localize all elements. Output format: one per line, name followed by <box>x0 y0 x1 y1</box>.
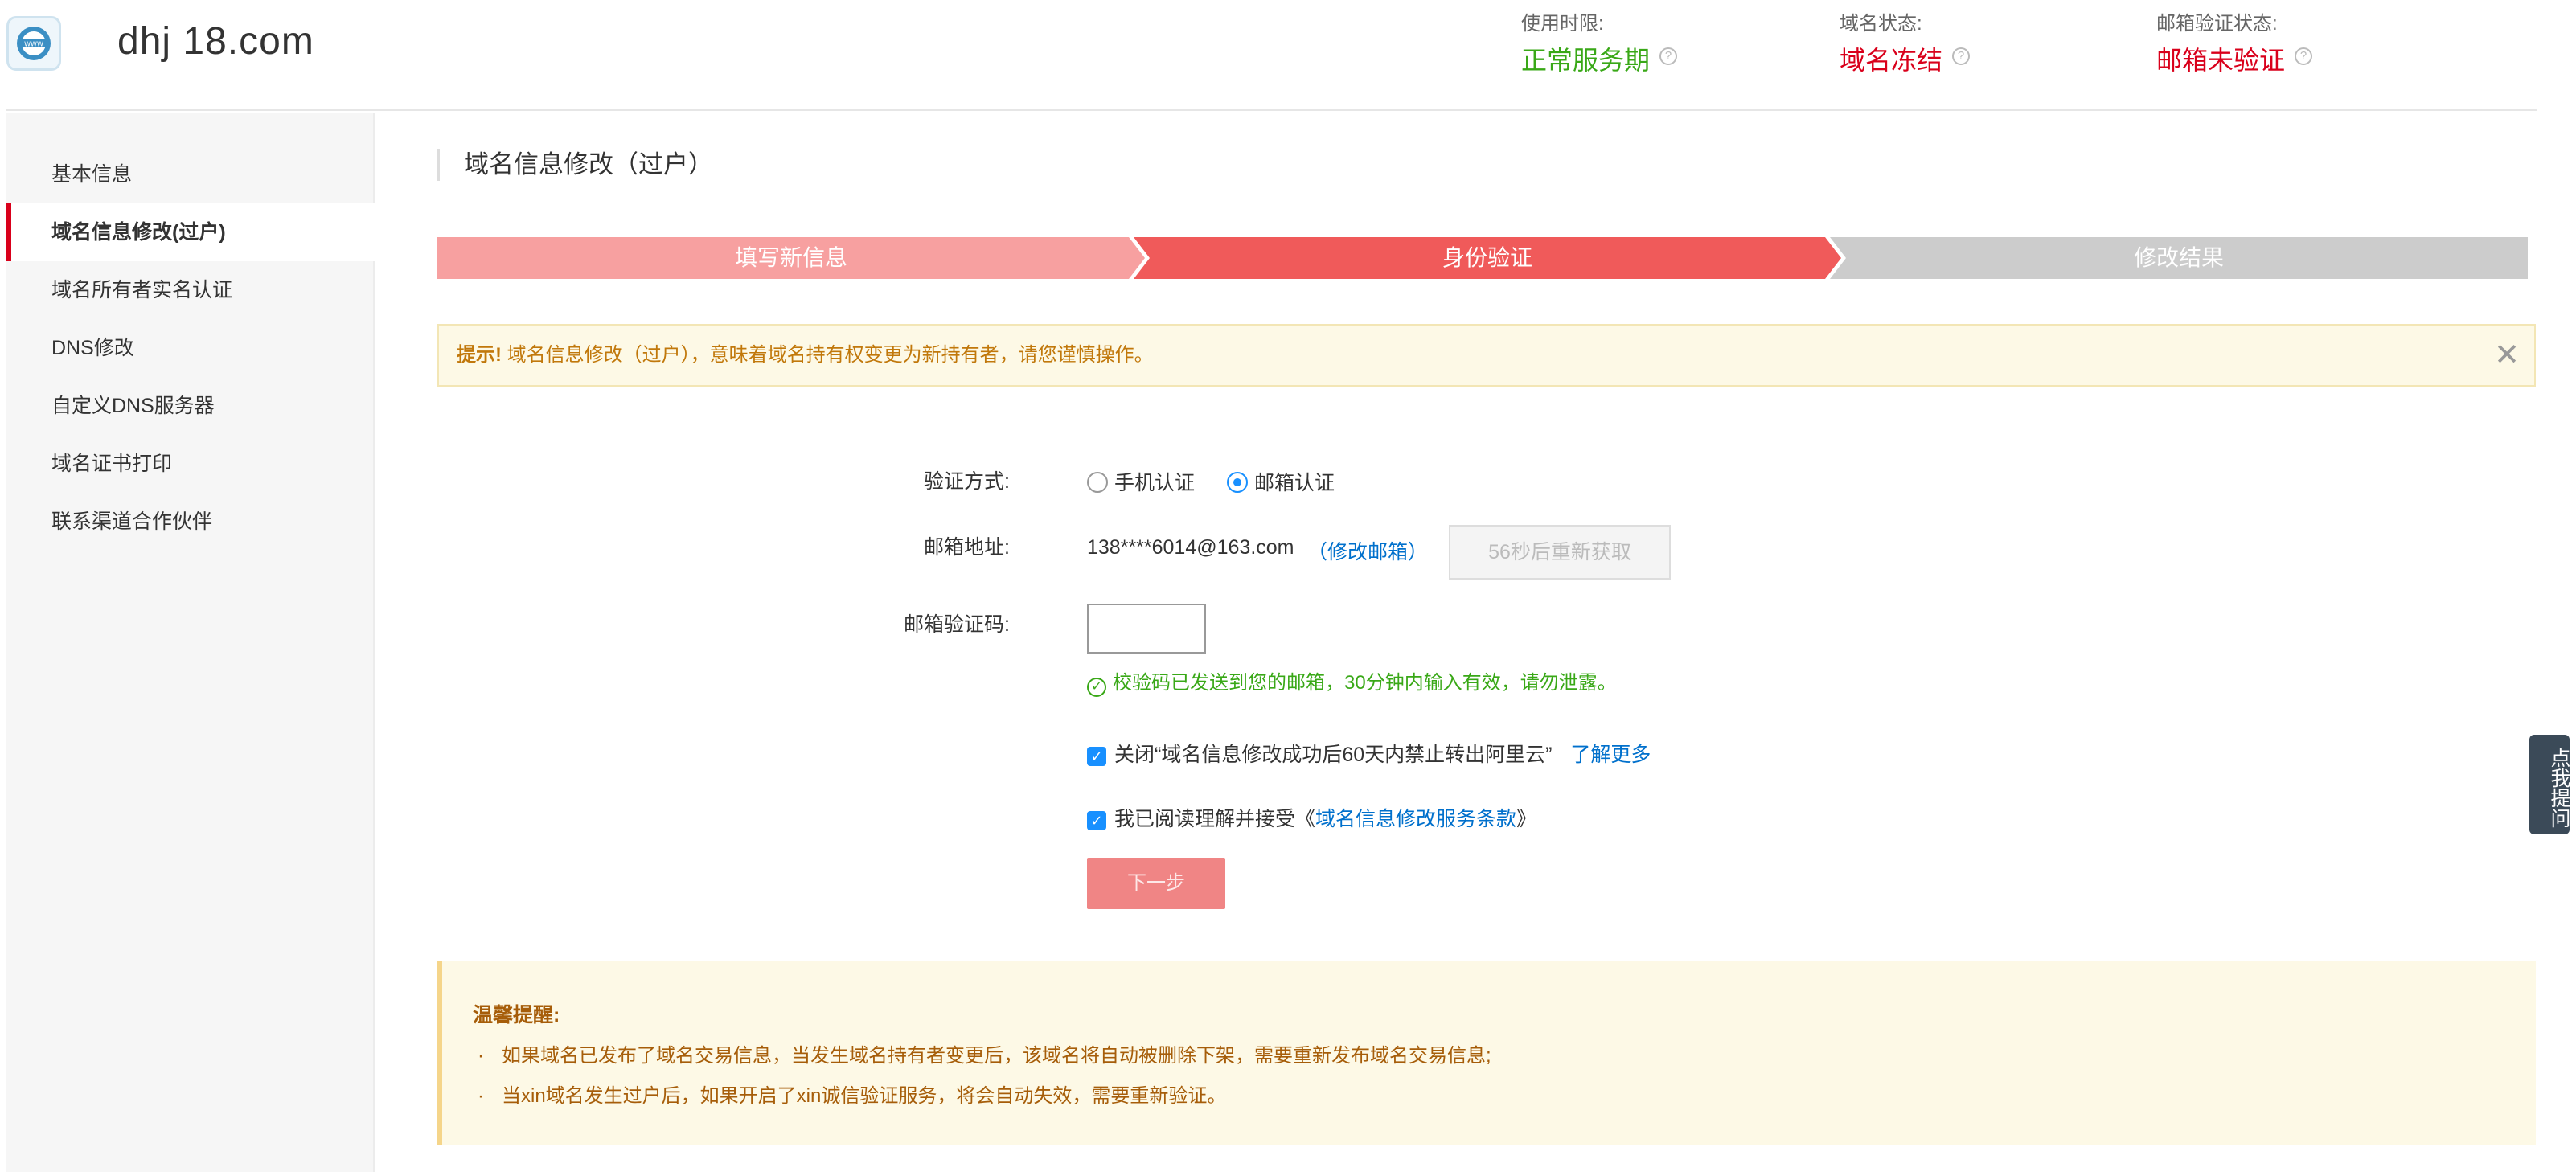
reminder-text: 当xin域名发生过户后，如果开启了xin诚信验证服务，将会自动失效，需要重新验证… <box>502 1085 1227 1107</box>
sidebar-item-certificate-print[interactable]: 域名证书打印 <box>6 435 375 493</box>
help-icon[interactable]: ? <box>1659 47 1678 65</box>
reminder-title: 温馨提醒: <box>473 1004 560 1027</box>
sidebar-item-partner-contact[interactable]: 联系渠道合作伙伴 <box>6 493 375 551</box>
bullet: · <box>478 1085 484 1107</box>
sidebar-item-dns-modify[interactable]: DNS修改 <box>6 319 375 377</box>
step-label: 身份验证 <box>1442 245 1532 270</box>
stat-value: 正常服务期 <box>1521 46 1651 75</box>
change-email-link[interactable]: （修改邮箱） <box>1307 536 1428 565</box>
sidebar-item-owner-verification[interactable]: 域名所有者实名认证 <box>6 261 375 319</box>
disable-transfer-label: 关闭“域名信息修改成功后60天内禁止转出阿里云” <box>1114 744 1553 766</box>
stat-value: 邮箱未验证 <box>2156 46 2286 75</box>
tip-banner: 提示! 域名信息修改（过户），意味着域名持有权变更为新持有者，请您谨慎操作。 ✕ <box>437 324 2536 387</box>
step-fill-info: 填写新信息 <box>437 237 1145 279</box>
main-content: 域名信息修改（过户） 填写新信息 身份验证 修改结果 提示! 域名信息修改（过户… <box>375 113 2537 1172</box>
stat-label: 邮箱验证状态: <box>2156 13 2278 35</box>
terms-link[interactable]: 域名信息修改服务条款 <box>1315 808 1516 830</box>
email-code-label: 邮箱验证码: <box>904 613 1010 636</box>
logo-icon: WWW <box>6 16 61 71</box>
bullet: · <box>478 1045 484 1067</box>
step-label: 修改结果 <box>2133 245 2224 270</box>
sidebar-item-custom-dns[interactable]: 自定义DNS服务器 <box>6 377 375 435</box>
sidebar-item-basic-info[interactable]: 基本信息 <box>6 145 375 203</box>
svg-text:WWW: WWW <box>24 41 43 48</box>
accept-terms-checkbox[interactable]: ✓ <box>1087 811 1106 830</box>
step-progress: 填写新信息 身份验证 修改结果 <box>437 237 2528 279</box>
resend-code-button[interactable]: 56秒后重新获取 <box>1449 525 1671 580</box>
reminder-item: · 当xin域名发生过户后，如果开启了xin诚信验证服务，将会自动失效，需要重新验… <box>478 1080 1226 1108</box>
close-icon[interactable]: ✕ <box>2494 326 2520 385</box>
radio-phone-label[interactable]: 手机认证 <box>1114 467 1195 496</box>
disable-transfer-text: 关闭“域名信息修改成功后60天内禁止转出阿里云” 了解更多 <box>1114 739 1651 768</box>
sidebar-item-domain-transfer[interactable]: 域名信息修改(过户) <box>6 203 375 261</box>
stat-label: 域名状态: <box>1840 13 1922 35</box>
stat-email-status: 邮箱验证状态: 邮箱未验证? <box>2156 8 2313 80</box>
next-step-button[interactable]: 下一步 <box>1087 858 1225 909</box>
email-address-value: 138****6014@163.com <box>1087 536 1294 559</box>
help-icon[interactable]: ? <box>2295 47 2313 65</box>
sidebar: 基本信息 域名信息修改(过户) 域名所有者实名认证 DNS修改 自定义DNS服务… <box>6 113 375 1172</box>
check-circle-icon: ✓ <box>1087 678 1106 697</box>
accept-terms-label: 我已阅读理解并接受《 <box>1114 808 1316 830</box>
accept-terms-end: 》 <box>1516 808 1537 830</box>
stat-value: 域名冻结 <box>1840 46 1943 75</box>
verify-method-label: 验证方式: <box>924 470 1010 493</box>
stat-label: 使用时限: <box>1521 13 1604 35</box>
domain-name: dhj 18.com <box>117 20 314 63</box>
radio-email-label[interactable]: 邮箱认证 <box>1254 467 1335 496</box>
email-address-label: 邮箱地址: <box>924 536 1010 559</box>
step-identity-verify: 身份验证 <box>1134 237 1841 279</box>
tip-prefix: 提示! <box>457 344 502 366</box>
reminder-item: · 如果域名已发布了域名交易信息，当发生域名持有者变更后，该域名将自动被删除下架，… <box>478 1039 1491 1068</box>
help-icon[interactable]: ? <box>1952 47 1971 65</box>
step-result: 修改结果 <box>1830 237 2528 279</box>
learn-more-link[interactable]: 了解更多 <box>1570 744 1651 766</box>
disable-transfer-checkbox[interactable]: ✓ <box>1087 747 1106 766</box>
top-header: WWW dhj 18.com 使用时限: 正常服务期? 域名状态: 域名冻结? … <box>6 0 2537 111</box>
radio-email[interactable] <box>1227 472 1248 493</box>
tip-text: 域名信息修改（过户），意味着域名持有权变更为新持有者，请您谨慎操作。 <box>507 344 1154 366</box>
step-label: 填写新信息 <box>734 245 847 270</box>
radio-phone[interactable] <box>1087 472 1108 493</box>
accept-terms-text: 我已阅读理解并接受《域名信息修改服务条款》 <box>1114 803 1536 832</box>
stat-domain-status: 域名状态: 域名冻结? <box>1840 8 1971 80</box>
email-code-input[interactable] <box>1087 604 1206 654</box>
stat-service-period: 使用时限: 正常服务期? <box>1521 8 1678 80</box>
ask-question-button[interactable]: 点我提问 <box>2529 735 2570 834</box>
code-sent-text: 校验码已发送到您的邮箱，30分钟内输入有效，请勿泄露。 <box>1113 672 1617 694</box>
warm-reminder: 温馨提醒: · 如果域名已发布了域名交易信息，当发生域名持有者变更后，该域名将自动… <box>437 961 2536 1145</box>
code-sent-message: ✓ 校验码已发送到您的邮箱，30分钟内输入有效，请勿泄露。 <box>1087 666 1617 697</box>
reminder-text: 如果域名已发布了域名交易信息，当发生域名持有者变更后，该域名将自动被删除下架，需… <box>502 1045 1491 1067</box>
page-title: 域名信息修改（过户） <box>437 149 713 181</box>
